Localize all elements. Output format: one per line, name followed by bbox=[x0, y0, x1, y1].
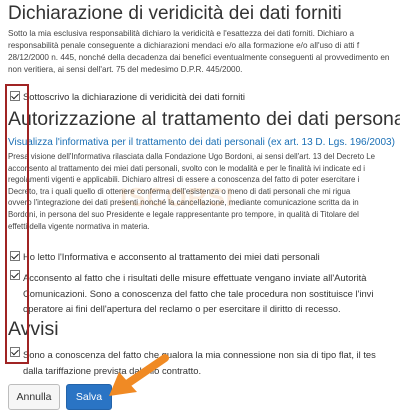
checkbox-avvisi-line: Sono a conoscenza del fatto che qualora … bbox=[23, 349, 376, 360]
checkbox-informativa-label: Ho letto l'Informativa e acconsento al t… bbox=[23, 251, 320, 262]
trattamento-line: effetti della vigente normativa in mater… bbox=[8, 221, 150, 231]
cancel-button[interactable]: Annulla bbox=[8, 384, 60, 410]
checkbox-avvisi-label: Sono a conoscenza del fatto che qualora … bbox=[23, 347, 376, 378]
trattamento-line: Presa visione dell'Informativa rilasciat… bbox=[8, 152, 376, 161]
checkbox-avvisi-line: dalla tariffazione prevista dal mio cont… bbox=[23, 364, 202, 376]
veridicita-line: 28/12/2000 n. 445, nonché della decadenz… bbox=[8, 53, 390, 62]
veridicita-line: responsabilità penale conseguente a dich… bbox=[8, 41, 360, 50]
informativa-link[interactable]: Visualizza l'informativa per il trattame… bbox=[8, 137, 395, 148]
veridicita-line: Sotto la mia esclusiva responsabilità di… bbox=[8, 29, 355, 38]
watermark: ISCORSI bbox=[120, 182, 234, 212]
pointer-arrow-icon bbox=[109, 354, 169, 396]
checkbox-highlight-box bbox=[5, 84, 29, 364]
checkbox-veridicita-label: Sottoscrivo la dichiarazione di veridici… bbox=[23, 91, 245, 102]
checkbox-autorita-line: Acconsento al fatto che i risultati dell… bbox=[23, 272, 367, 283]
checkbox-autorita-label: Acconsento al fatto che i risultati dell… bbox=[23, 270, 373, 317]
section-title-veridicita: Dichiarazione di veridicità dei dati for… bbox=[8, 3, 342, 24]
checkbox-autorita-line: Comunicazioni. Sono a conoscenza del fat… bbox=[23, 287, 374, 299]
checkbox-autorita-line: operatore ai fini dell'apertura del recl… bbox=[23, 303, 341, 314]
trattamento-line: acconsento al trattamento dei miei dati … bbox=[8, 163, 366, 173]
veridicita-line: non veritiera, ai sensi dell'art. 75 del… bbox=[8, 65, 243, 74]
form-container: Dichiarazione di veridicità dei dati for… bbox=[0, 0, 400, 415]
veridicita-text: Sotto la mia esclusiva responsabilità di… bbox=[8, 28, 400, 76]
section-title-trattamento: Autorizzazione al trattamento dei dati p… bbox=[8, 108, 400, 130]
